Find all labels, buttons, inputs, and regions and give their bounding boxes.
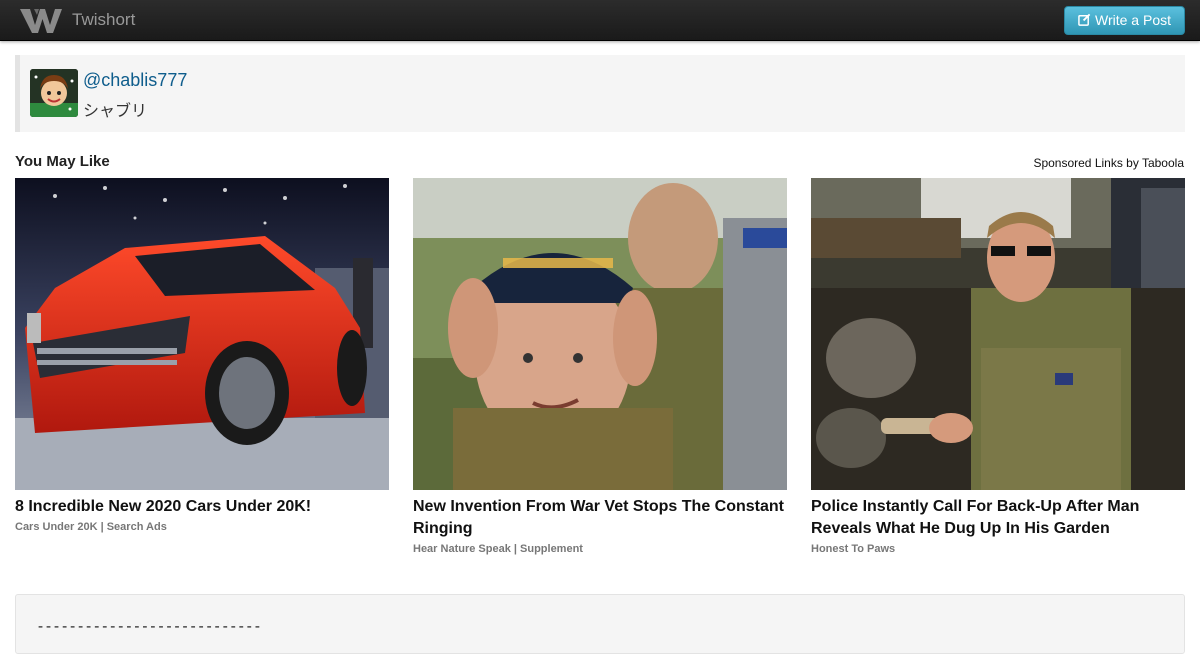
top-navbar: Twishort Write a Post [0,0,1200,41]
card-source: Honest To Paws [811,543,896,555]
card-source: Cars Under 20K | Search Ads [15,521,167,533]
card-headline[interactable]: Police Instantly Call For Back-Up After … [811,496,1185,540]
section-title: You May Like [15,153,110,170]
write-post-button[interactable]: Write a Post [1064,6,1185,35]
card-thumbnail-garden[interactable] [811,178,1185,490]
brand-link[interactable]: Twishort [18,4,135,36]
recommendation-card[interactable]: Police Instantly Call For Back-Up After … [811,178,1185,555]
author-box: @chablis777 シャブリ [15,55,1185,132]
recommendation-card[interactable]: New Invention From War Vet Stops The Con… [413,178,787,555]
twishort-logo-icon [20,9,62,33]
post-content-box: ---------------------------- [15,594,1185,654]
recommendation-card[interactable]: 8 Incredible New 2020 Cars Under 20K! Ca… [15,178,389,533]
post-divider-text: ---------------------------- [36,617,262,635]
card-source: Hear Nature Speak | Supplement [413,543,583,555]
avatar[interactable] [30,69,78,117]
brand-name: Twishort [72,10,136,29]
write-post-label: Write a Post [1095,12,1171,28]
card-headline[interactable]: 8 Incredible New 2020 Cars Under 20K! [15,496,389,518]
author-display-name: シャブリ [83,101,148,120]
card-headline[interactable]: New Invention From War Vet Stops The Con… [413,496,787,540]
card-thumbnail-car[interactable] [15,178,389,490]
author-username-link[interactable]: @chablis777 [83,70,187,91]
edit-icon [1078,13,1091,26]
card-thumbnail-veteran[interactable] [413,178,787,490]
avatar-image [30,69,78,117]
sponsored-label[interactable]: Sponsored Links by Taboola [1033,156,1184,170]
